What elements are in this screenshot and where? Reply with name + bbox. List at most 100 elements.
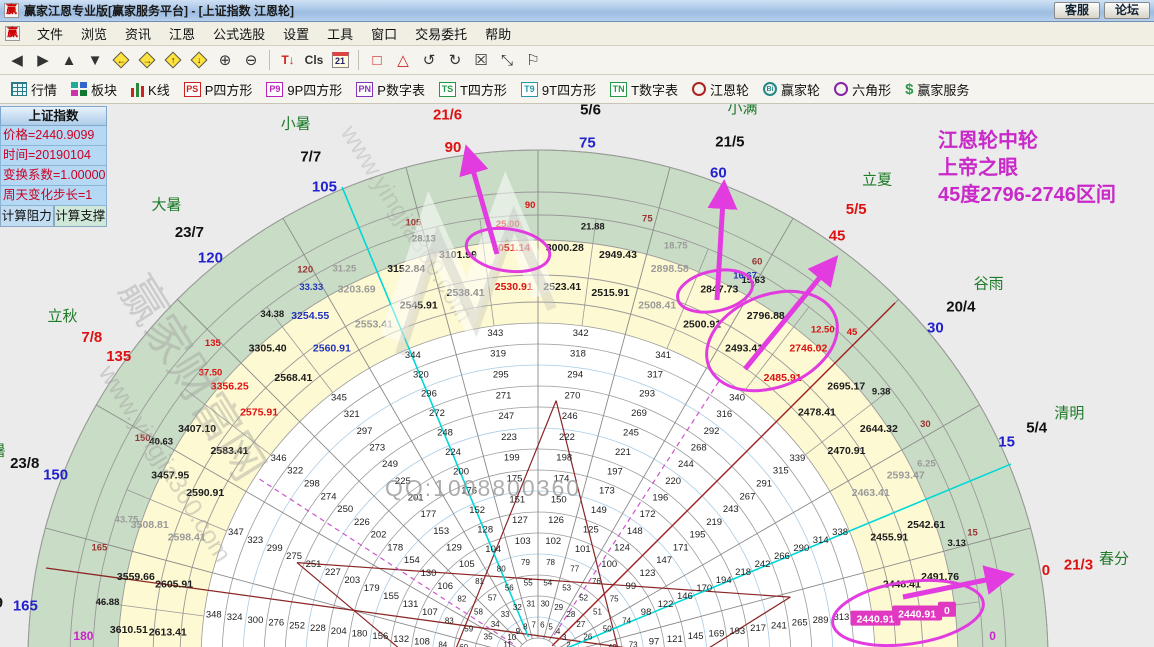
svg-text:153: 153 <box>433 526 449 537</box>
title-bar: 赢 赢家江恩专业版[赢家服务平台] - [上证指数 江恩轮] 客服 论坛 <box>0 0 1154 22</box>
svg-text:268: 268 <box>691 443 707 454</box>
9p-square-button[interactable]: P99P四方形 <box>259 77 349 101</box>
svg-text:314: 314 <box>813 535 829 546</box>
svg-text:135: 135 <box>205 338 222 349</box>
svg-text:3559.66: 3559.66 <box>117 571 155 583</box>
svg-text:春分: 春分 <box>1099 551 1129 568</box>
sector-button[interactable]: 板块 <box>64 77 124 101</box>
svg-text:130: 130 <box>421 568 437 579</box>
svg-text:101: 101 <box>575 544 591 555</box>
svg-text:242: 242 <box>755 559 771 570</box>
zoom-in-icon[interactable]: ⊕ <box>213 49 237 71</box>
rotate-ccw-icon[interactable]: ↺ <box>417 49 441 71</box>
ts-badge-icon: TS <box>439 82 456 97</box>
t9-badge-icon: T9 <box>521 82 538 97</box>
svg-text:291: 291 <box>756 479 772 490</box>
svg-text:49: 49 <box>608 643 617 647</box>
svg-text:0: 0 <box>1042 562 1050 579</box>
svg-text:129: 129 <box>446 543 462 554</box>
gann-wheel-button[interactable]: 江恩轮 <box>685 77 756 101</box>
menu-item-1[interactable]: 浏览 <box>72 25 116 44</box>
diamond-left-icon[interactable]: ← <box>109 49 133 71</box>
kline-button[interactable]: K线 <box>124 77 177 101</box>
p-square-button[interactable]: PSP四方形 <box>177 77 260 101</box>
service-button-label: 赢家服务 <box>917 80 969 99</box>
box-x-icon[interactable]: ☒ <box>469 49 493 71</box>
svg-text:146: 146 <box>677 591 693 602</box>
winner-wheel-button[interactable]: Bi赢家轮 <box>756 77 827 101</box>
svg-text:2949.43: 2949.43 <box>599 249 637 261</box>
menu-item-0[interactable]: 文件 <box>28 25 72 44</box>
panel-row-2: 变换系数=1.00000 <box>0 166 107 186</box>
menu-item-3[interactable]: 江恩 <box>160 25 204 44</box>
toolbar-separator <box>358 50 359 70</box>
calc-resistance-button[interactable]: 计算阻力 <box>0 206 54 227</box>
nav-left-icon[interactable]: ◀ <box>5 49 29 71</box>
svg-text:2440.91: 2440.91 <box>856 614 894 626</box>
diamond-right-icon[interactable]: → <box>135 49 159 71</box>
svg-text:3: 3 <box>562 633 567 642</box>
svg-text:4: 4 <box>556 627 561 636</box>
t-table-button[interactable]: TNT数字表 <box>603 77 685 101</box>
svg-text:294: 294 <box>567 369 583 380</box>
svg-text:177: 177 <box>420 509 436 520</box>
svg-text:203: 203 <box>344 575 360 586</box>
svg-text:105: 105 <box>459 559 475 570</box>
svg-text:80: 80 <box>497 564 506 573</box>
menu-item-8[interactable]: 交易委托 <box>406 25 476 44</box>
svg-text:31.25: 31.25 <box>332 264 356 275</box>
svg-text:2605.91: 2605.91 <box>155 579 193 591</box>
svg-text:269: 269 <box>631 408 647 419</box>
app-window: { "window": { "title": "赢家江恩专业版[赢家服务平台] … <box>0 0 1154 647</box>
svg-text:35: 35 <box>484 632 493 641</box>
cls-button[interactable]: Cls <box>302 49 326 71</box>
service-button[interactable]: $赢家服务 <box>898 77 976 101</box>
svg-text:276: 276 <box>268 618 284 629</box>
hexagon-button[interactable]: 六角形 <box>827 77 898 101</box>
p-table-button[interactable]: PNP数字表 <box>349 77 432 101</box>
svg-text:50: 50 <box>603 624 612 633</box>
svg-text:2560.91: 2560.91 <box>313 343 351 355</box>
svg-text:6.25: 6.25 <box>917 458 936 469</box>
zoom-out-icon[interactable]: ⊖ <box>239 49 263 71</box>
t-square-button[interactable]: TST四方形 <box>432 77 514 101</box>
svg-text:46.88: 46.88 <box>96 597 120 608</box>
quote-button[interactable]: 行情 <box>4 77 64 101</box>
svg-text:295: 295 <box>493 369 509 380</box>
svg-text:60: 60 <box>752 257 763 268</box>
svg-text:23/7: 23/7 <box>175 224 204 241</box>
resize-icon[interactable]: ⤡ <box>495 49 519 71</box>
svg-text:241: 241 <box>771 620 787 631</box>
flag-icon[interactable]: ⚐ <box>521 49 545 71</box>
diamond-down-icon[interactable]: ↓ <box>187 49 211 71</box>
triangle-tool-icon[interactable]: △ <box>391 49 415 71</box>
menu-item-6[interactable]: 工具 <box>318 25 362 44</box>
calendar-icon[interactable]: 21 <box>328 49 352 71</box>
menu-item-5[interactable]: 设置 <box>274 25 318 44</box>
menu-item-2[interactable]: 资讯 <box>116 25 160 44</box>
9t-square-button[interactable]: T9 9T四方形 <box>514 77 603 101</box>
menu-item-7[interactable]: 窗口 <box>362 25 406 44</box>
svg-text:31: 31 <box>526 599 535 608</box>
9t-square-button-label: 9T四方形 <box>542 80 596 99</box>
rect-tool-icon[interactable]: □ <box>365 49 389 71</box>
menu-item-4[interactable]: 公式选股 <box>204 25 274 44</box>
rotate-cw-icon[interactable]: ↻ <box>443 49 467 71</box>
service-link-button[interactable]: 客服 <box>1054 2 1100 19</box>
forum-link-button[interactable]: 论坛 <box>1104 2 1150 19</box>
svg-text:8: 8 <box>523 623 528 632</box>
svg-text:247: 247 <box>498 411 514 422</box>
cursor-down-icon[interactable]: ▼ <box>83 49 107 71</box>
t-arrow-icon[interactable]: T↓ <box>276 49 300 71</box>
cursor-up-icon[interactable]: ▲ <box>57 49 81 71</box>
calc-support-button[interactable]: 计算支撑 <box>54 206 108 227</box>
svg-text:立秋: 立秋 <box>48 308 78 325</box>
svg-text:5/5: 5/5 <box>846 201 867 218</box>
nav-right-icon[interactable]: ▶ <box>31 49 55 71</box>
svg-text:250: 250 <box>337 504 353 515</box>
svg-text:30: 30 <box>541 599 550 608</box>
menu-item-9[interactable]: 帮助 <box>476 25 520 44</box>
diamond-up-icon[interactable]: ↑ <box>161 49 185 71</box>
svg-text:53: 53 <box>562 584 571 593</box>
svg-text:99: 99 <box>626 581 637 592</box>
